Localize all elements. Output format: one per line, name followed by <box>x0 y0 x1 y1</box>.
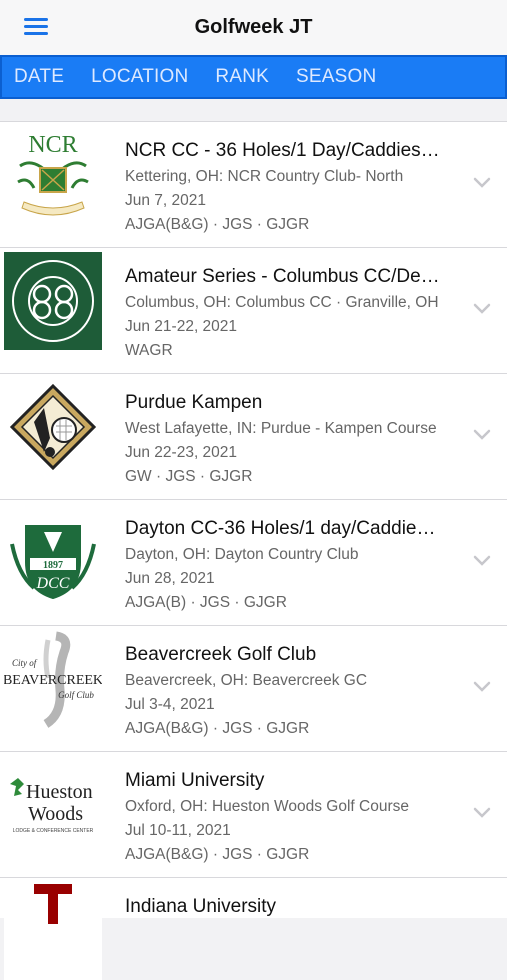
event-date: Jun 22-23, 2021 <box>125 444 238 461</box>
svg-text:Woods: Woods <box>28 803 83 825</box>
chevron-down-icon[interactable] <box>473 303 491 315</box>
event-date: Jun 21-22, 2021 <box>125 318 238 335</box>
top-bar: Golfweek JT <box>0 0 507 55</box>
chevron-down-icon[interactable] <box>473 429 491 441</box>
columbus-country-club-logo-icon <box>4 252 102 350</box>
chevron-down-icon[interactable] <box>473 681 491 693</box>
svg-text:1897: 1897 <box>43 560 63 571</box>
event-date: Jun 28, 2021 <box>125 570 215 587</box>
list-item[interactable]: 1897 DCC Dayton CC-36 Holes/1 day/Caddie… <box>0 500 507 626</box>
event-location: Columbus, OH: Columbus CC · Granville, O… <box>125 294 439 311</box>
svg-text:BEAVERCREEK: BEAVERCREEK <box>4 673 102 688</box>
event-tags: AJGA(B) · JGS · GJGR <box>125 594 287 611</box>
dayton-country-club-logo-icon: 1897 DCC <box>4 504 102 602</box>
event-title: Dayton CC-36 Holes/1 day/Caddies Allowed <box>125 518 443 539</box>
event-tags: GW · JGS · GJGR <box>125 468 253 485</box>
indiana-university-logo-icon <box>4 882 102 980</box>
event-tags: AJGA(B&G) · JGS · GJGR <box>125 720 310 737</box>
svg-text:City of: City of <box>12 658 38 668</box>
event-title: Purdue Kampen <box>125 392 263 413</box>
svg-text:Golf Club: Golf Club <box>58 690 94 700</box>
chevron-down-icon[interactable] <box>473 177 491 189</box>
event-location: Kettering, OH: NCR Country Club- North <box>125 168 404 185</box>
page-title: Golfweek JT <box>194 16 313 38</box>
list-item[interactable]: Amateur Series - Columbus CC/Denison Col… <box>0 248 507 374</box>
event-title: Amateur Series - Columbus CC/Denison <box>125 266 443 287</box>
tab-date[interactable]: DATE <box>14 66 64 88</box>
svg-text:DCC: DCC <box>36 575 70 592</box>
list-item[interactable]: Purdue Kampen West Lafayette, IN: Purdue… <box>0 374 507 500</box>
event-tags: AJGA(B&G) · JGS · GJGR <box>125 216 310 233</box>
list-item[interactable]: Hueston Woods LODGE & CONFERENCE CENTER … <box>0 752 507 878</box>
tab-season[interactable]: SEASON <box>296 66 376 88</box>
event-location: Beavercreek, OH: Beavercreek GC <box>125 672 368 689</box>
svg-text:LODGE & CONFERENCE CENTER: LODGE & CONFERENCE CENTER <box>13 828 94 834</box>
event-title: Beavercreek Golf Club <box>125 644 317 665</box>
hueston-woods-logo-icon: Hueston Woods LODGE & CONFERENCE CENTER <box>4 756 102 854</box>
chevron-down-icon[interactable] <box>473 555 491 567</box>
list-item[interactable]: City of BEAVERCREEK Golf Club Beavercree… <box>0 626 507 752</box>
chevron-down-icon[interactable] <box>473 807 491 819</box>
event-location: West Lafayette, IN: Purdue - Kampen Cour… <box>125 420 437 437</box>
event-date: Jul 3-4, 2021 <box>125 696 215 713</box>
purdue-kampen-logo-icon <box>4 378 102 476</box>
beavercreek-golf-club-logo-icon: City of BEAVERCREEK Golf Club <box>4 630 102 728</box>
event-tags: AJGA(B&G) · JGS · GJGR <box>125 846 310 863</box>
ncr-country-club-logo-icon: NCR <box>4 126 102 224</box>
svg-text:NCR: NCR <box>28 132 77 158</box>
event-date: Jul 10-11, 2021 <box>125 822 231 839</box>
list-item[interactable]: Indiana University <box>0 878 507 980</box>
filter-tabs: DATE LOCATION RANK SEASON <box>0 55 507 99</box>
event-title: Indiana University <box>125 896 277 917</box>
event-title: Miami University <box>125 770 265 791</box>
list-item[interactable]: NCR NCR CC - 36 Holes/1 Day/Caddies Allo… <box>0 122 507 248</box>
event-date: Jun 7, 2021 <box>125 192 207 209</box>
event-location: Dayton, OH: Dayton Country Club <box>125 546 359 563</box>
event-tags: WAGR <box>125 342 173 359</box>
svg-text:Hueston: Hueston <box>26 781 93 803</box>
tab-rank[interactable]: RANK <box>215 66 269 88</box>
event-list: NCR NCR CC - 36 Holes/1 Day/Caddies Allo… <box>0 121 507 980</box>
tab-location[interactable]: LOCATION <box>91 66 188 88</box>
event-title: NCR CC - 36 Holes/1 Day/Caddies Allowed <box>125 140 443 161</box>
event-location: Oxford, OH: Hueston Woods Golf Course <box>125 798 409 815</box>
